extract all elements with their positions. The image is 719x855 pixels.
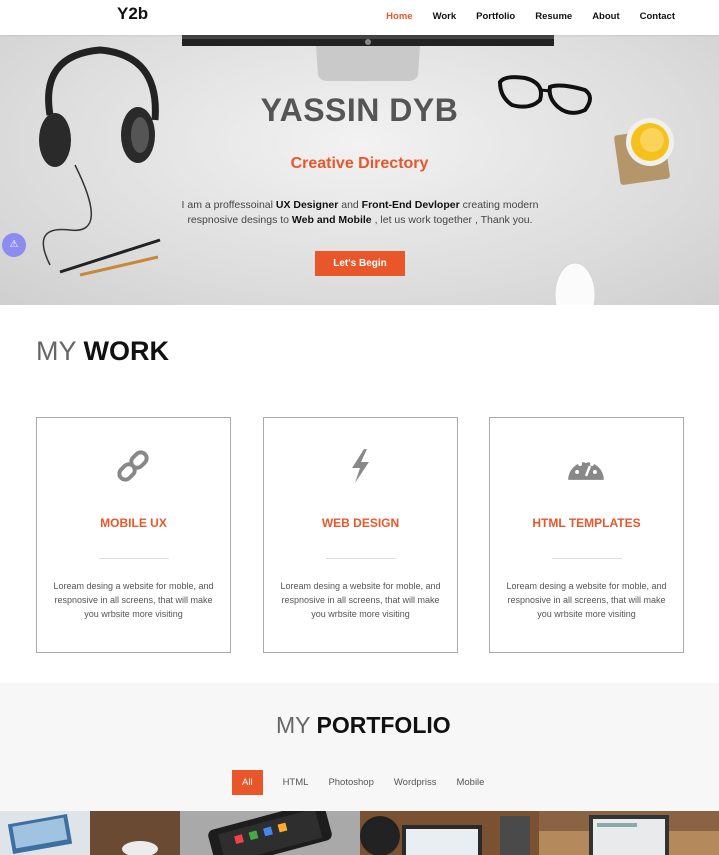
card-description: Loream desing a website for moble, and r… [280,581,441,619]
hero-text-bold: UX Designer [275,199,339,211]
nav-contact[interactable]: Contact [640,11,675,22]
navbar: Y2b Home Work Portfolio Resume About Con… [0,0,719,35]
filter-all[interactable]: All [232,770,263,795]
warning-icon[interactable]: ⚠ [2,233,26,257]
portfolio-image [539,811,719,855]
card-html-templates[interactable]: HTML TEMPLATES Loream desing a website f… [489,417,684,653]
card-title: MOBILE UX [100,516,167,530]
dashboard-icon [568,459,604,480]
nav-about[interactable]: About [592,11,619,22]
portfolio-image [0,811,180,855]
portfolio-item[interactable] [179,811,360,855]
hero-text-bold: Web and Mobile [291,214,372,226]
hero-section: YASSIN DYB Creative Directory I am a pro… [0,35,719,305]
logo[interactable]: Y2b [117,4,148,24]
nav-work[interactable]: Work [433,11,457,22]
hero-text-part: , let us work together , Thank you. [371,214,533,226]
filter-mobile[interactable]: Mobile [456,777,484,788]
nav-portfolio[interactable]: Portfolio [476,11,515,22]
hero-subtitle: Creative Directory [290,155,429,172]
hero-text-part: and [338,199,362,211]
nav-resume[interactable]: Resume [535,11,572,22]
card-mobile-ux[interactable]: MOBILE UX Loream desing a website for mo… [36,417,231,653]
work-section-title: MY WORK [36,336,169,367]
card-title: WEB DESIGN [321,516,400,530]
filter-html[interactable]: HTML [283,777,309,788]
card-description: Loream desing a website for moble, and r… [506,581,667,619]
lets-begin-button[interactable]: Let's Begin [315,251,405,276]
portfolio-item[interactable] [539,811,719,855]
hero-description: I am a proffessoinal UX Designer and Fro… [170,198,550,228]
card-divider [326,558,396,559]
portfolio-item[interactable] [0,811,180,855]
work-cards: MOBILE UX Loream desing a website for mo… [36,417,684,654]
link-icon [117,450,149,482]
portfolio-image [359,811,540,855]
portfolio-thumbnails [0,811,719,855]
main-nav: Home Work Portfolio Resume About Contact [366,11,675,22]
hero-text-part: I am a proffessoinal [181,199,276,211]
portfolio-section-title: MY PORTFOLIO [276,712,451,739]
portfolio-image [179,811,360,855]
title-bold: PORTFOLIO [316,712,451,738]
card-title: HTML TEMPLATES [532,516,641,530]
card-web-design[interactable]: WEB DESIGN Loream desing a website for m… [263,417,458,653]
card-description: Loream desing a website for moble, and r… [53,581,214,619]
card-divider [99,558,169,559]
title-light: MY [36,336,77,366]
title-light: MY [276,712,311,738]
filter-wordpress[interactable]: Wordpriss [394,777,437,788]
card-divider [552,558,622,559]
nav-home[interactable]: Home [386,11,412,22]
hero-title: YASSIN DYB [260,92,459,128]
portfolio-filters: All HTML Photoshop Wordpriss Mobile [232,770,504,795]
portfolio-item[interactable] [359,811,540,855]
title-bold: WORK [83,336,170,366]
bolt-icon [352,449,369,483]
filter-photoshop[interactable]: Photoshop [328,777,373,788]
hero-text-bold: Front-End Devloper [361,199,460,211]
